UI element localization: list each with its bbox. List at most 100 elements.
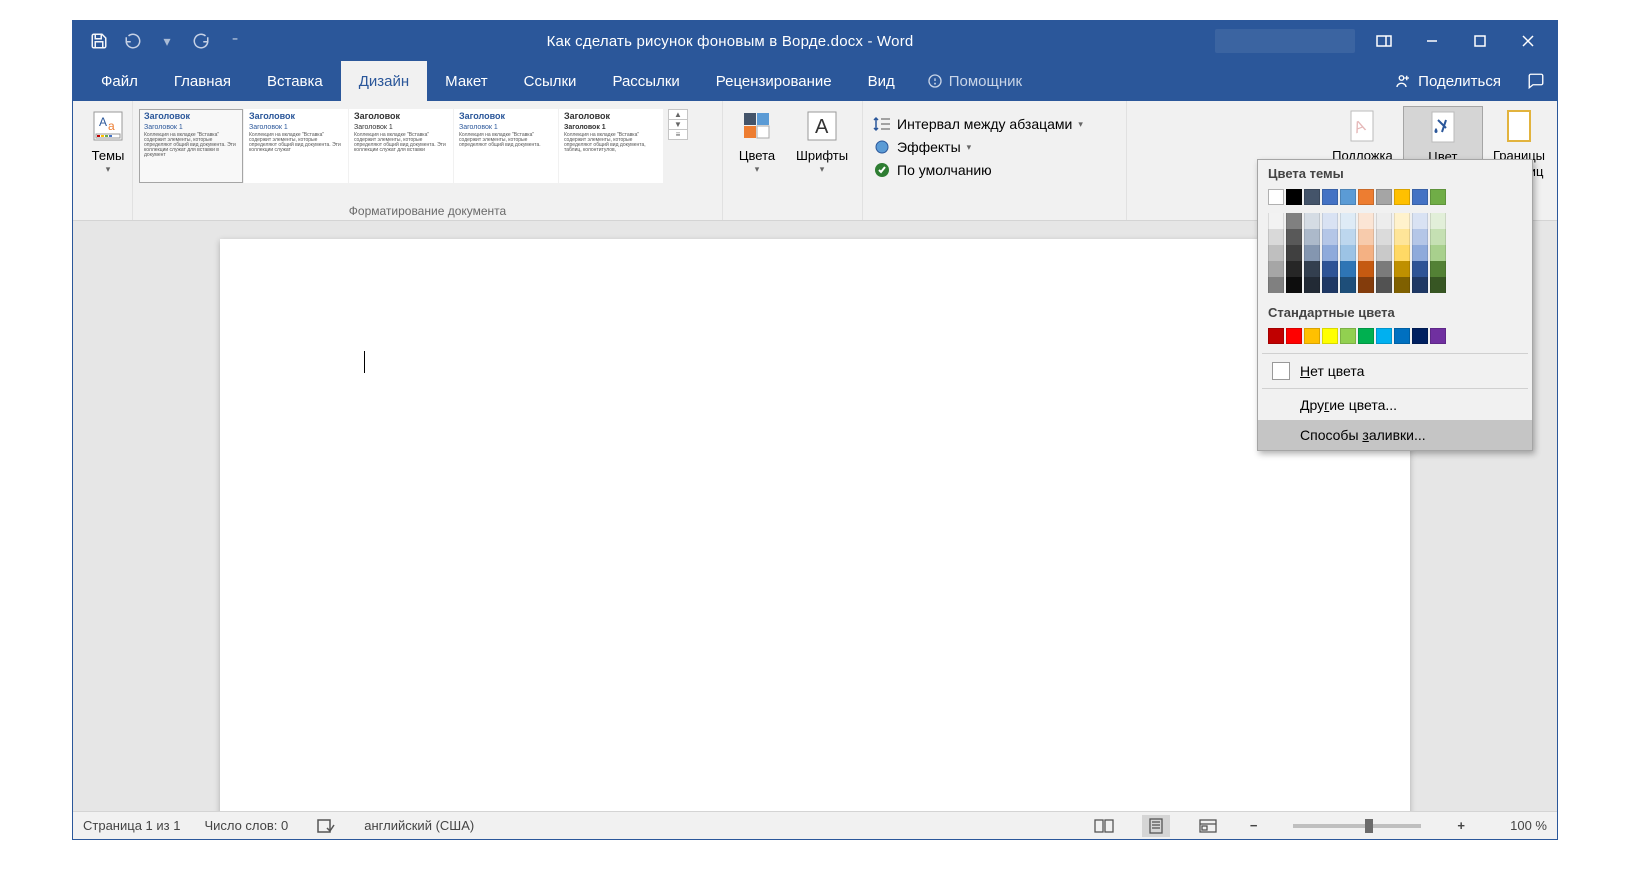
color-swatch[interactable]	[1394, 229, 1410, 245]
color-swatch[interactable]	[1268, 229, 1284, 245]
color-swatch[interactable]	[1376, 328, 1392, 344]
zoom-thumb[interactable]	[1365, 819, 1373, 833]
color-swatch[interactable]	[1376, 277, 1392, 293]
colors-button[interactable]: Цвета▾	[729, 106, 785, 200]
color-swatch[interactable]	[1376, 229, 1392, 245]
no-color-item[interactable]: Нет цвета	[1258, 355, 1532, 387]
ribbon-options-icon[interactable]	[1361, 25, 1407, 57]
gallery-item[interactable]: ЗаголовокЗаголовок 1Коллекция на вкладке…	[559, 109, 663, 183]
tab-mailings[interactable]: Рассылки	[594, 61, 697, 101]
zoom-in-button[interactable]: +	[1453, 818, 1469, 833]
share-button[interactable]: Поделиться	[1380, 61, 1515, 101]
print-layout-icon[interactable]	[1142, 815, 1170, 837]
color-swatch[interactable]	[1322, 261, 1338, 277]
color-swatch[interactable]	[1394, 277, 1410, 293]
color-swatch[interactable]	[1304, 213, 1320, 229]
color-swatch[interactable]	[1430, 189, 1446, 205]
color-swatch[interactable]	[1268, 213, 1284, 229]
color-swatch[interactable]	[1304, 245, 1320, 261]
paragraph-spacing-button[interactable]: Интервал между абзацами▾	[869, 113, 1087, 135]
maximize-button[interactable]	[1457, 25, 1503, 57]
tab-file[interactable]: Файл	[83, 61, 156, 101]
color-swatch[interactable]	[1268, 189, 1284, 205]
color-swatch[interactable]	[1340, 189, 1356, 205]
color-swatch[interactable]	[1322, 213, 1338, 229]
color-swatch[interactable]	[1286, 328, 1302, 344]
set-default-button[interactable]: По умолчанию	[869, 159, 1087, 181]
color-swatch[interactable]	[1304, 277, 1320, 293]
color-swatch[interactable]	[1286, 213, 1302, 229]
read-mode-icon[interactable]	[1090, 815, 1118, 837]
color-swatch[interactable]	[1376, 213, 1392, 229]
zoom-slider[interactable]	[1293, 824, 1421, 828]
color-swatch[interactable]	[1268, 245, 1284, 261]
color-swatch[interactable]	[1412, 328, 1428, 344]
color-swatch[interactable]	[1322, 189, 1338, 205]
color-swatch[interactable]	[1358, 261, 1374, 277]
color-swatch[interactable]	[1340, 229, 1356, 245]
zoom-out-button[interactable]: −	[1246, 818, 1262, 833]
tab-review[interactable]: Рецензирование	[698, 61, 850, 101]
color-swatch[interactable]	[1340, 277, 1356, 293]
page-indicator[interactable]: Страница 1 из 1	[83, 818, 180, 833]
color-swatch[interactable]	[1412, 277, 1428, 293]
save-icon[interactable]	[89, 31, 109, 51]
color-swatch[interactable]	[1322, 245, 1338, 261]
color-swatch[interactable]	[1376, 189, 1392, 205]
more-colors-item[interactable]: Другие цвета...	[1258, 390, 1532, 420]
tab-design[interactable]: Дизайн	[341, 61, 427, 101]
gallery-down-icon[interactable]: ▼	[669, 120, 687, 130]
page[interactable]	[220, 239, 1410, 811]
color-swatch[interactable]	[1430, 213, 1446, 229]
tab-home[interactable]: Главная	[156, 61, 249, 101]
color-swatch[interactable]	[1376, 245, 1392, 261]
undo-icon[interactable]	[123, 31, 143, 51]
color-swatch[interactable]	[1430, 245, 1446, 261]
fonts-button[interactable]: A Шрифты▾	[789, 106, 855, 200]
color-swatch[interactable]	[1358, 189, 1374, 205]
color-swatch[interactable]	[1340, 245, 1356, 261]
tab-layout[interactable]: Макет	[427, 61, 505, 101]
gallery-more-icon[interactable]: ≡	[669, 130, 687, 139]
color-swatch[interactable]	[1340, 328, 1356, 344]
fill-effects-item[interactable]: Способы заливки...	[1258, 420, 1532, 450]
qat-customize-icon[interactable]: ⁼	[225, 31, 245, 51]
color-swatch[interactable]	[1358, 229, 1374, 245]
color-swatch[interactable]	[1322, 229, 1338, 245]
color-swatch[interactable]	[1304, 229, 1320, 245]
color-swatch[interactable]	[1412, 189, 1428, 205]
tab-references[interactable]: Ссылки	[506, 61, 595, 101]
color-swatch[interactable]	[1286, 245, 1302, 261]
tab-insert[interactable]: Вставка	[249, 61, 341, 101]
color-swatch[interactable]	[1358, 245, 1374, 261]
color-swatch[interactable]	[1358, 277, 1374, 293]
color-swatch[interactable]	[1394, 213, 1410, 229]
gallery-item[interactable]: ЗаголовокЗаголовок 1Коллекция на вкладке…	[349, 109, 453, 183]
spell-check-icon[interactable]	[312, 815, 340, 837]
color-swatch[interactable]	[1286, 277, 1302, 293]
minimize-button[interactable]	[1409, 25, 1455, 57]
themes-button[interactable]: Aa Темы▾	[79, 106, 137, 200]
color-swatch[interactable]	[1430, 328, 1446, 344]
color-swatch[interactable]	[1340, 213, 1356, 229]
tell-me[interactable]: Помощник	[913, 61, 1036, 101]
color-swatch[interactable]	[1286, 261, 1302, 277]
color-swatch[interactable]	[1286, 189, 1302, 205]
color-swatch[interactable]	[1358, 213, 1374, 229]
gallery-item[interactable]: ЗаголовокЗаголовок 1Коллекция на вкладке…	[139, 109, 243, 183]
color-swatch[interactable]	[1286, 229, 1302, 245]
gallery-item[interactable]: ЗаголовокЗаголовок 1Коллекция на вкладке…	[454, 109, 558, 183]
close-button[interactable]	[1505, 25, 1551, 57]
account-area[interactable]	[1215, 29, 1355, 53]
qat-dropdown-icon[interactable]: ▾	[157, 31, 177, 51]
color-swatch[interactable]	[1412, 261, 1428, 277]
color-swatch[interactable]	[1394, 328, 1410, 344]
color-swatch[interactable]	[1412, 213, 1428, 229]
color-swatch[interactable]	[1322, 328, 1338, 344]
color-swatch[interactable]	[1430, 261, 1446, 277]
color-swatch[interactable]	[1304, 189, 1320, 205]
web-layout-icon[interactable]	[1194, 815, 1222, 837]
color-swatch[interactable]	[1340, 261, 1356, 277]
color-swatch[interactable]	[1268, 328, 1284, 344]
color-swatch[interactable]	[1304, 328, 1320, 344]
